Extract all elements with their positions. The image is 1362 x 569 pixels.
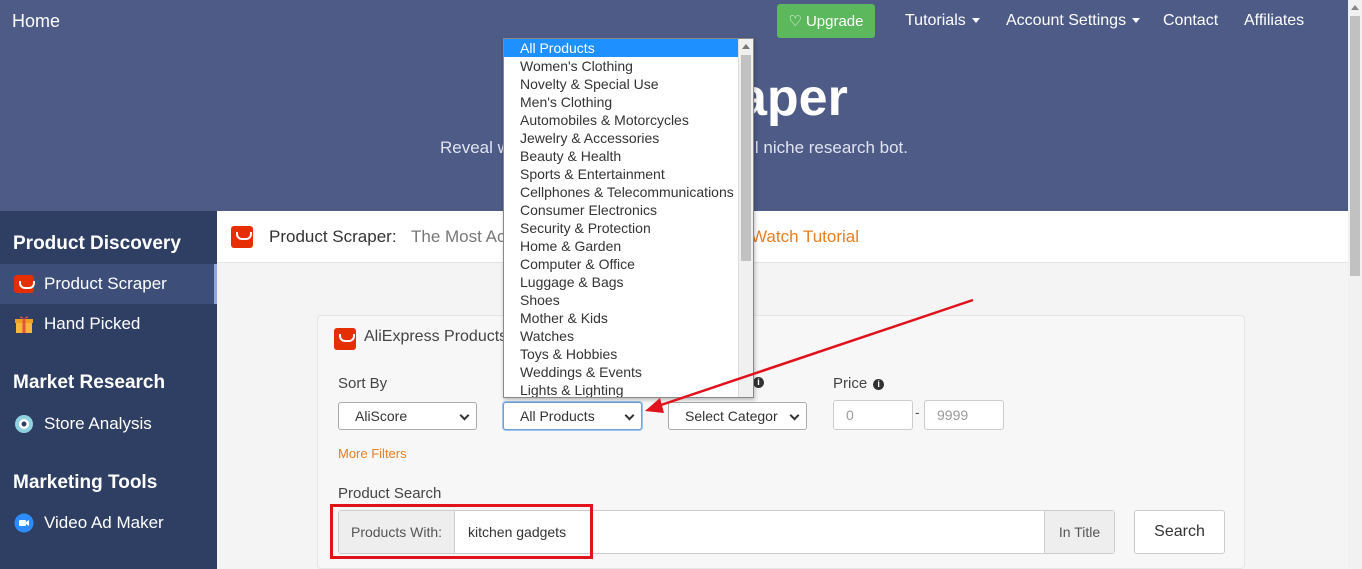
category-option[interactable]: Novelty & Special Use <box>504 75 739 93</box>
sidebar-item-video-ad-maker[interactable]: Video Ad Maker <box>0 503 217 543</box>
price-max-input[interactable]: 9999 <box>924 400 1004 430</box>
category-option[interactable]: Consumer Electronics <box>504 201 739 219</box>
price-label: Price i <box>833 375 885 392</box>
watch-tutorial-link[interactable]: Watch Tutorial <box>751 227 859 247</box>
eye-icon <box>13 414 34 435</box>
chevron-down-icon <box>789 410 800 421</box>
category-option[interactable]: Luggage & Bags <box>504 273 739 291</box>
upgrade-button[interactable]: ♡ Upgrade <box>777 4 875 38</box>
sidebar-item-label: Video Ad Maker <box>44 513 164 532</box>
dropdown-scrollbar[interactable] <box>738 39 753 397</box>
sidebar-heading-marketing-tools: Marketing Tools <box>13 472 158 493</box>
nav-home-link[interactable]: Home <box>12 11 60 32</box>
gift-icon <box>13 314 34 335</box>
sidebar-item-hand-picked[interactable]: Hand Picked <box>0 304 217 344</box>
products-with-addon: Products With: <box>339 511 455 553</box>
sidebar-item-product-scraper[interactable]: Product Scraper <box>0 264 217 304</box>
category-option[interactable]: Beauty & Health <box>504 147 739 165</box>
content-header: Product Scraper: The Most Ac Watch Tutor… <box>217 211 1348 263</box>
price-label-text: Price <box>833 375 868 392</box>
product-search-label: Product Search <box>338 485 442 502</box>
video-camera-icon <box>13 513 34 534</box>
caret-down-icon <box>1132 18 1141 24</box>
aliexpress-bag-icon <box>13 274 35 295</box>
category-option[interactable]: Watches <box>504 327 739 345</box>
nav-account-settings-label: Account Settings <box>1006 12 1127 29</box>
category-option[interactable]: Lights & Lighting <box>504 381 739 397</box>
content-header-title: Product Scraper: <box>269 227 397 246</box>
sort-by-value: AliScore <box>355 408 408 424</box>
hero-subtitle-left: Reveal w <box>439 138 510 157</box>
aliexpress-logo-icon <box>334 328 356 350</box>
category-option[interactable]: Weddings & Events <box>504 363 739 381</box>
heart-icon: ♡ <box>788 13 802 30</box>
category-option[interactable]: Shoes <box>504 291 739 309</box>
category-option[interactable]: Cellphones & Telecommunications <box>504 183 739 201</box>
category-dropdown-list[interactable]: All Products Women's Clothing Novelty & Sp… <box>503 38 754 398</box>
sidebar-heading-product-discovery: Product Discovery <box>13 233 181 254</box>
category-option[interactable]: Jewelry & Accessories <box>504 129 739 147</box>
category-option[interactable]: Mother & Kids <box>504 309 739 327</box>
category-value: All Products <box>520 408 595 424</box>
category-option[interactable]: Sports & Entertainment <box>504 165 739 183</box>
sidebar-item-store-analysis[interactable]: Store Analysis <box>0 404 217 444</box>
category-select[interactable]: All Products <box>503 402 642 430</box>
sidebar-item-label: Product Scraper <box>44 274 167 293</box>
nav-tutorials-label: Tutorials <box>905 12 966 29</box>
sidebar-item-label: Store Analysis <box>44 414 152 433</box>
nav-tutorials-dropdown[interactable]: Tutorials <box>905 12 980 30</box>
price-min-input[interactable]: 0 <box>833 400 913 430</box>
dropdown-scrollbar-thumb[interactable] <box>741 55 751 261</box>
category-option[interactable]: Home & Garden <box>504 237 739 255</box>
chevron-down-icon <box>624 410 635 421</box>
scroll-up-arrow-icon[interactable] <box>742 44 750 49</box>
subcategory-value: Select Categor <box>685 408 778 424</box>
chevron-down-icon <box>459 410 470 421</box>
info-icon[interactable]: i <box>753 377 764 388</box>
category-options: All Products Women's Clothing Novelty & Sp… <box>504 39 739 397</box>
subcategory-select[interactable]: Select Categor <box>668 402 807 430</box>
nav-affiliates-link[interactable]: Affiliates <box>1244 12 1304 30</box>
more-filters-link[interactable]: More Filters <box>338 446 407 461</box>
category-option[interactable]: Women's Clothing <box>504 57 739 75</box>
search-button[interactable]: Search <box>1134 510 1225 554</box>
panel-title: AliExpress Products <box>364 328 508 345</box>
category-option[interactable]: Security & Protection <box>504 219 739 237</box>
category-option[interactable]: Toys & Hobbies <box>504 345 739 363</box>
product-search-input[interactable]: kitchen gadgets <box>468 524 566 540</box>
product-search-group: Products With: kitchen gadgets In Title <box>338 510 1115 554</box>
sort-by-select[interactable]: AliScore <box>338 402 477 430</box>
info-icon[interactable]: i <box>873 379 885 390</box>
caret-down-icon <box>971 18 980 24</box>
category-option[interactable]: Men's Clothing <box>504 93 739 111</box>
sort-by-label: Sort By <box>338 375 388 392</box>
hero-subtitle-right: l niche research bot. <box>754 138 908 157</box>
sidebar: Product Discovery Product Scraper Hand P… <box>0 211 217 569</box>
category-option[interactable]: Automobiles & Motorcycles <box>504 111 739 129</box>
nav-account-settings-dropdown[interactable]: Account Settings <box>1006 12 1141 30</box>
aliexpress-logo-icon <box>231 226 253 248</box>
in-title-addon[interactable]: In Title <box>1044 511 1114 553</box>
scroll-up-arrow-icon[interactable] <box>1351 5 1359 10</box>
page-scrollbar[interactable] <box>1348 0 1362 569</box>
upgrade-label: Upgrade <box>805 12 864 30</box>
sidebar-item-label: Hand Picked <box>44 314 141 333</box>
content-header-subtitle: The Most Ac <box>411 227 506 246</box>
category-option[interactable]: Computer & Office <box>504 255 739 273</box>
sidebar-heading-market-research: Market Research <box>13 372 166 393</box>
nav-contact-link[interactable]: Contact <box>1163 12 1218 30</box>
price-separator: - <box>915 404 920 420</box>
page-scrollbar-thumb[interactable] <box>1350 16 1360 276</box>
category-option[interactable]: All Products <box>504 39 739 57</box>
